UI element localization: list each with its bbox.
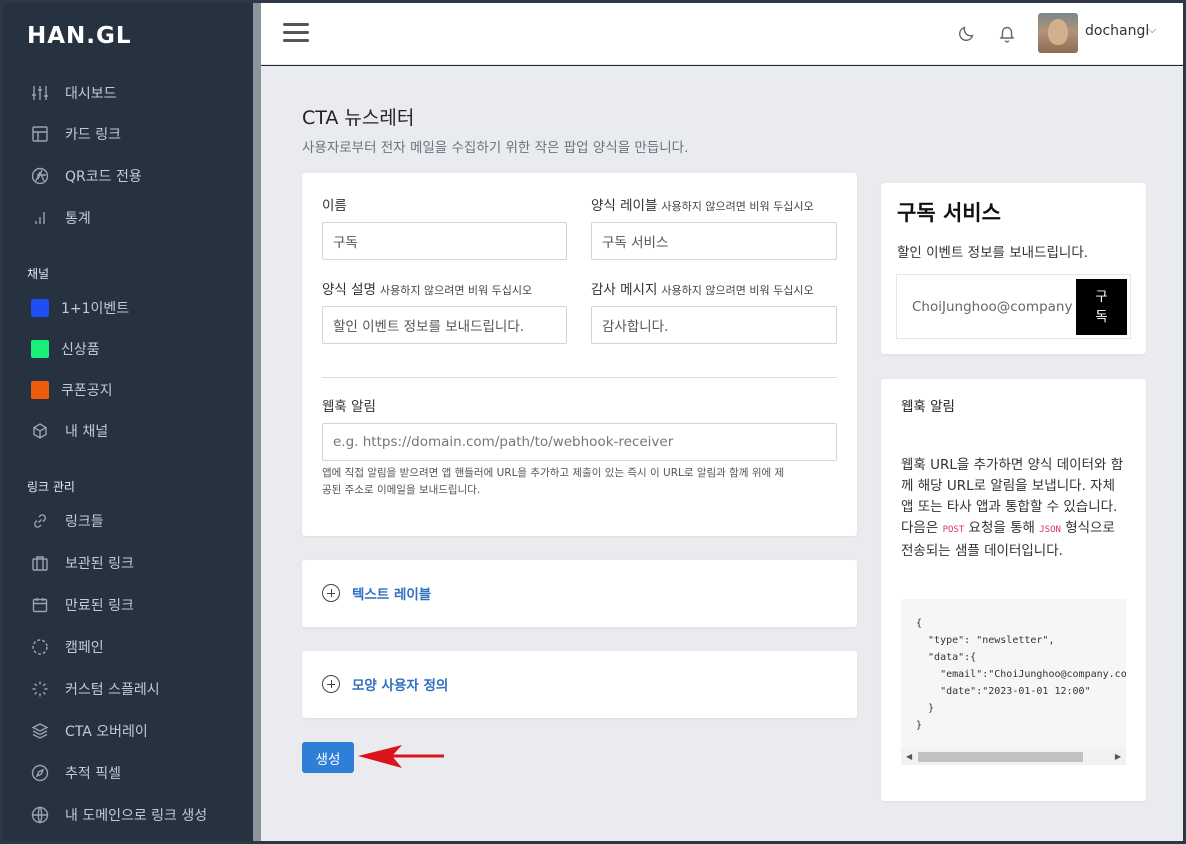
channel-color-swatch: [31, 299, 49, 317]
text-label-accordion-title[interactable]: 텍스트 레이블: [322, 583, 431, 603]
sliders-icon: [31, 84, 49, 102]
sidebar-item-label: 캠페인: [65, 640, 104, 656]
webhook-help-text: 앱에 직접 알림을 받으려면 앱 핸들러에 URL을 추가하고 제출이 있는 즉…: [322, 467, 785, 496]
sidebar-item-cta-overlay[interactable]: CTA 오버레이: [31, 716, 148, 746]
text-label-accordion[interactable]: 텍스트 레이블: [302, 560, 857, 627]
code-horizontal-scrollbar[interactable]: ◀ ▶: [901, 749, 1126, 765]
sidebar-item-label: 내 채널: [65, 424, 109, 440]
top-header: dochangl ⌵: [261, 3, 1183, 65]
page-title: CTA 뉴스레터: [302, 107, 415, 129]
sidebar-item-label: 내 도메인으로 링크 생성: [65, 808, 208, 824]
section-title-channels: 채널: [27, 267, 50, 281]
compass-icon: [31, 764, 49, 782]
circle-dashed-icon: [31, 638, 49, 656]
webhook-info-text: 웹훅 URL을 추가하면 양식 데이터와 함께 해당 URL로 알림을 보냅니다…: [901, 457, 1124, 559]
sidebar-item-label: 카드 링크: [65, 127, 121, 143]
layers-icon: [31, 722, 49, 740]
create-button[interactable]: 생성: [302, 742, 354, 773]
form-label-input[interactable]: 구독 서비스: [591, 222, 837, 260]
moon-icon[interactable]: [958, 24, 976, 42]
plus-circle-icon: [322, 675, 340, 693]
name-input[interactable]: 구독: [322, 222, 567, 260]
main-content: CTA 뉴스레터 사용자로부터 전자 메일을 수집하기 위한 작은 팝업 양식을…: [261, 66, 1183, 841]
sidebar-item-my-channel[interactable]: 내 채널: [31, 416, 108, 446]
appearance-accordion[interactable]: 모양 사용자 정의: [302, 651, 857, 718]
loader-icon: [31, 680, 49, 698]
sidebar-item-campaign[interactable]: 캠페인: [31, 632, 104, 662]
sidebar-item-qr[interactable]: QR코드 전용: [31, 161, 142, 191]
thanks-label: 감사 메시지 사용하지 않으려면 비워 두십시오: [591, 282, 814, 298]
webhook-info-title: 웹훅 알림: [901, 399, 955, 415]
scroll-thumb[interactable]: [918, 752, 1083, 762]
sidebar-item-channel-1[interactable]: 1+1이벤트: [31, 293, 129, 323]
briefcase-icon: [31, 554, 49, 572]
preview-description: 할인 이벤트 정보를 보내드립니다.: [897, 245, 1089, 261]
username[interactable]: dochangl: [1085, 23, 1149, 39]
sidebar-item-channel-2[interactable]: 신상품: [31, 334, 100, 364]
globe-icon: [31, 806, 49, 824]
sidebar-item-label: 추적 픽셀: [65, 766, 121, 782]
sidebar-item-expired[interactable]: 만료된 링크: [31, 590, 134, 620]
aperture-icon: [31, 167, 49, 185]
red-arrow-annotation: [358, 745, 444, 768]
sidebar-item-label: 보관된 링크: [65, 556, 134, 572]
avatar[interactable]: [1038, 13, 1078, 53]
channel-color-swatch: [31, 340, 49, 358]
calendar-icon: [31, 596, 49, 614]
preview-subscribe-button[interactable]: 구 독: [1076, 279, 1127, 335]
sidebar-item-label: 쿠폰공지: [61, 383, 113, 399]
sidebar-item-label: 통계: [65, 211, 91, 227]
sidebar: HAN.GL 대시보드 카드 링크 QR코드 전용 통계 채널 1+1이벤트 신…: [3, 3, 253, 841]
sidebar-item-dashboard[interactable]: 대시보드: [31, 78, 117, 108]
sidebar-scrollbar[interactable]: [253, 3, 261, 841]
sidebar-item-channel-3[interactable]: 쿠폰공지: [31, 375, 113, 405]
sidebar-item-card-link[interactable]: 카드 링크: [31, 119, 121, 149]
sidebar-item-stats[interactable]: 통계: [31, 203, 91, 233]
sidebar-item-label: 1+1이벤트: [61, 301, 130, 317]
chevron-down-icon[interactable]: ⌵: [1148, 23, 1156, 37]
scroll-left-icon[interactable]: ◀: [906, 752, 912, 761]
plus-circle-icon: [322, 584, 340, 602]
box-icon: [31, 422, 49, 440]
logo[interactable]: HAN.GL: [27, 23, 132, 49]
sample-json-code: { "type": "newsletter", "data":{ "email"…: [901, 599, 1126, 765]
sidebar-item-custom-domain[interactable]: 내 도메인으로 링크 생성: [31, 800, 207, 830]
menu-icon[interactable]: [283, 23, 309, 43]
thanks-input[interactable]: 감사합니다.: [591, 306, 837, 344]
sidebar-item-pixel[interactable]: 추적 픽셀: [31, 758, 121, 788]
form-label-label: 양식 레이블 사용하지 않으려면 비워 두십시오: [591, 198, 814, 214]
sidebar-item-label: 대시보드: [65, 86, 117, 102]
preview-subscribe-box: ChoiJunghoo@company.com 구 독: [896, 274, 1131, 339]
sidebar-item-label: 링크들: [65, 514, 104, 530]
layout-icon: [31, 125, 49, 143]
description-input[interactable]: 할인 이벤트 정보를 보내드립니다.: [322, 306, 567, 344]
appearance-accordion-title[interactable]: 모양 사용자 정의: [322, 674, 448, 694]
page-subtitle: 사용자로부터 전자 메일을 수집하기 위한 작은 팝업 양식을 만듭니다.: [302, 140, 689, 156]
sidebar-item-label: QR코드 전용: [65, 169, 142, 185]
divider: [322, 377, 837, 378]
channel-color-swatch: [31, 381, 49, 399]
form-card: 이름 구독 양식 레이블 사용하지 않으려면 비워 두십시오 구독 서비스 양식 …: [302, 173, 857, 536]
description-label: 양식 설명 사용하지 않으려면 비워 두십시오: [322, 282, 533, 298]
sidebar-item-archived[interactable]: 보관된 링크: [31, 548, 134, 578]
preview-title: 구독 서비스: [897, 201, 1001, 225]
webhook-input[interactable]: e.g. https://domain.com/path/to/webhook-…: [322, 423, 837, 461]
section-title-links: 링크 관리: [27, 480, 75, 494]
bar-chart-icon: [31, 209, 49, 227]
sidebar-item-label: 만료된 링크: [65, 598, 134, 614]
sidebar-item-label: 신상품: [61, 342, 100, 358]
preview-card: 구독 서비스 할인 이벤트 정보를 보내드립니다. ChoiJunghoo@co…: [881, 183, 1146, 354]
webhook-label: 웹훅 알림: [322, 399, 376, 415]
sidebar-item-splash[interactable]: 커스텀 스플레시: [31, 674, 160, 704]
preview-email-input[interactable]: ChoiJunghoo@company.com: [912, 299, 1072, 315]
sidebar-item-label: 커스텀 스플레시: [65, 682, 160, 698]
scroll-right-icon[interactable]: ▶: [1115, 752, 1121, 761]
bell-icon[interactable]: [998, 24, 1016, 44]
sidebar-item-links[interactable]: 링크들: [31, 506, 104, 536]
webhook-info-card: 웹훅 알림 웹훅 URL을 추가하면 양식 데이터와 함께 해당 URL로 알림…: [881, 379, 1146, 801]
name-label: 이름: [322, 198, 347, 214]
sidebar-item-label: CTA 오버레이: [65, 724, 148, 740]
link-icon: [31, 512, 49, 530]
